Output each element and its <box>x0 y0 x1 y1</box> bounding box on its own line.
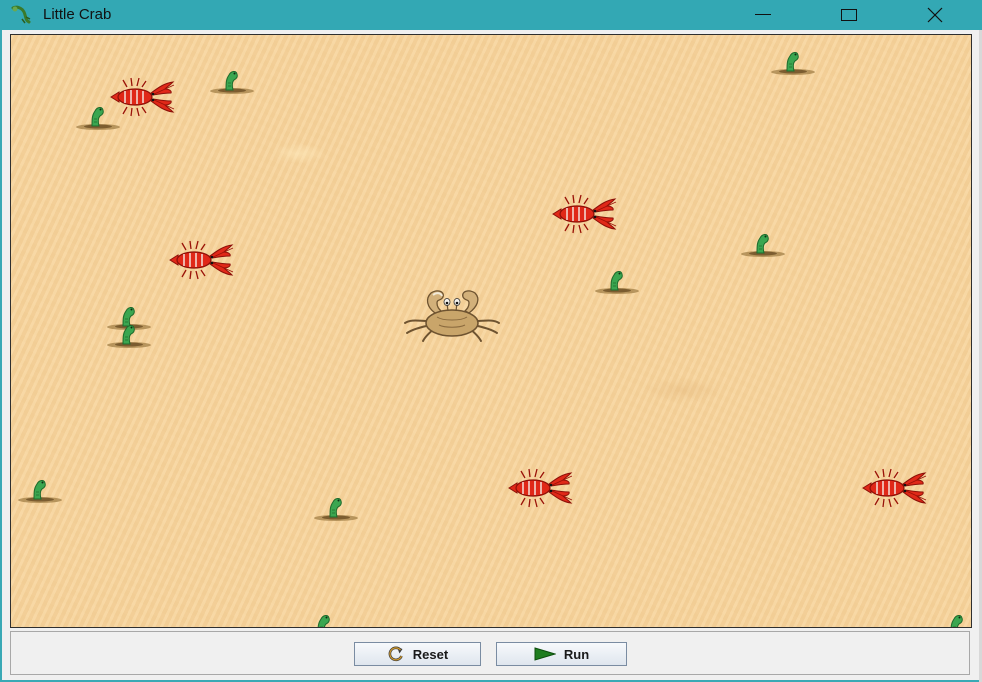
greenfoot-app-icon <box>11 5 31 24</box>
title-bar: Little Crab <box>0 0 982 30</box>
play-icon <box>534 647 556 661</box>
reset-icon <box>388 646 403 662</box>
lobster <box>169 240 234 280</box>
worm <box>313 497 359 522</box>
worm <box>770 51 816 76</box>
worm <box>301 614 347 627</box>
minimize-icon <box>755 14 771 15</box>
reset-label: Reset <box>412 646 449 662</box>
window-client-area: Reset Run <box>2 30 980 680</box>
worm <box>740 233 786 258</box>
reset-button[interactable]: Reset <box>354 642 481 666</box>
crab <box>404 289 500 342</box>
worm <box>17 479 63 504</box>
close-icon <box>927 7 943 23</box>
run-button[interactable]: Run <box>496 642 627 666</box>
lobster <box>552 194 617 234</box>
worm <box>209 70 255 95</box>
worm <box>934 614 971 627</box>
minimize-button[interactable] <box>740 0 786 30</box>
maximize-icon <box>841 9 857 21</box>
run-label: Run <box>563 646 590 662</box>
lobster <box>508 468 573 508</box>
world-canvas[interactable] <box>10 34 972 628</box>
lobster <box>862 468 927 508</box>
close-button[interactable] <box>912 0 958 30</box>
control-panel: Reset Run <box>10 631 970 675</box>
window-title: Little Crab <box>43 6 112 23</box>
worm <box>594 270 640 295</box>
worm <box>106 324 152 349</box>
lobster <box>110 77 175 117</box>
maximize-button[interactable] <box>826 0 872 30</box>
